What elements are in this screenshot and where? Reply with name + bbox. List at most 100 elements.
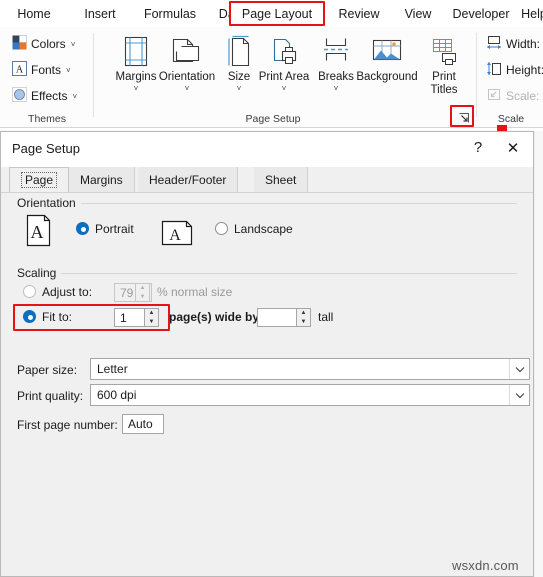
stepper-down-icon[interactable]: ▼ — [297, 318, 310, 327]
size-button[interactable]: Size ˅ — [215, 33, 263, 93]
paper-size-label: Paper size: — [17, 363, 77, 377]
adjust-to-stepper[interactable]: ▲ ▼ — [135, 283, 150, 302]
tab-page[interactable]: Page — [9, 167, 70, 193]
scaling-group-rule — [17, 273, 517, 274]
ribbon-tab-review[interactable]: Review — [330, 1, 388, 26]
tab-sheet-label: Sheet — [265, 173, 297, 187]
scale-percent-label: Scale: — [506, 89, 540, 103]
ribbon-tab-insert-label: Insert — [84, 6, 116, 21]
ribbon-tab-help-label: Help — [521, 6, 543, 21]
paper-size-select[interactable]: Letter — [90, 358, 530, 380]
print-area-icon — [258, 33, 310, 71]
print-titles-icon — [418, 33, 470, 71]
fit-to-radio[interactable] — [23, 310, 36, 323]
chevron-down-icon[interactable] — [509, 359, 529, 379]
chevron-down-icon[interactable]: ˅ — [312, 84, 360, 93]
theme-fonts-button[interactable]: A Fonts ˅ — [12, 61, 71, 79]
group-divider-themes — [93, 33, 94, 117]
landscape-label-text: Landscape — [234, 222, 293, 236]
ribbon-tab-home[interactable]: Home — [8, 1, 60, 26]
ribbon-tab-page-layout[interactable]: Page Layout — [229, 1, 325, 26]
dialog-tab-bar: Page Margins Header/Footer Sheet — [1, 167, 533, 193]
stepper-up-icon[interactable]: ▲ — [297, 309, 310, 318]
print-area-button[interactable]: Print Area ˅ — [258, 33, 310, 93]
print-titles-button[interactable]: Print Titles — [418, 33, 470, 96]
first-page-number-value: Auto — [128, 417, 153, 431]
background-label: Background — [356, 71, 418, 83]
theme-colors-button[interactable]: Colors ˅ — [12, 35, 75, 53]
watermark: wsxdn.com — [452, 558, 519, 573]
excel-page-setup-screen: Home Insert Formulas Data Page Layout Re… — [0, 0, 543, 577]
scale-percent-button: Scale: — [486, 87, 539, 105]
adjust-to-suffix: % normal size — [157, 285, 232, 299]
theme-colors-icon — [12, 35, 27, 53]
ribbon-tab-developer[interactable]: Developer — [443, 1, 519, 26]
first-page-number-input[interactable]: Auto — [122, 414, 164, 434]
fit-to-label-text: Fit to: — [42, 310, 73, 324]
ribbon-tab-formulas[interactable]: Formulas — [136, 1, 204, 26]
print-quality-select[interactable]: 600 dpi — [90, 384, 530, 406]
chevron-down-icon[interactable]: ˅ — [153, 84, 221, 93]
portrait-label-text: Portrait — [95, 222, 134, 236]
tab-page-label: Page — [21, 172, 58, 188]
portrait-label[interactable]: Portrait — [95, 222, 134, 236]
ribbon-tab-view-label: View — [404, 6, 432, 21]
print-area-label: Print Area — [258, 71, 310, 83]
theme-effects-button[interactable]: Effects ˅ — [12, 87, 77, 105]
stepper-up-icon[interactable]: ▲ — [136, 284, 149, 293]
adjust-to-radio[interactable] — [23, 285, 36, 298]
orientation-group-label: Orientation — [17, 196, 81, 210]
tab-header-footer[interactable]: Header/Footer — [138, 167, 239, 193]
landscape-radio[interactable] — [215, 222, 228, 235]
scale-width-button[interactable]: Width: — [486, 35, 540, 53]
tab-margins[interactable]: Margins — [69, 167, 135, 193]
help-icon[interactable]: ? — [469, 139, 487, 156]
landscape-page-icon: A — [161, 220, 194, 251]
tab-sheet[interactable]: Sheet — [254, 167, 309, 193]
page-setup-dialog: Page Setup ? ✕ Page Margins Header/Foote… — [0, 131, 534, 577]
ribbon-tab-formulas-label: Formulas — [143, 6, 197, 21]
fit-to-width-stepper[interactable]: ▲ ▼ — [144, 308, 159, 327]
chevron-down-icon[interactable]: ˅ — [72, 92, 77, 101]
stepper-down-icon[interactable]: ▼ — [145, 318, 158, 327]
ribbon-tab-help[interactable]: Help — [517, 1, 543, 26]
print-quality-label: Print quality: — [17, 389, 83, 403]
chevron-down-icon[interactable]: ˅ — [71, 40, 76, 49]
chevron-down-icon[interactable]: ˅ — [66, 66, 71, 75]
paper-size-label-text: Paper size: — [17, 363, 78, 377]
size-label: Size — [227, 71, 251, 83]
ribbon-tab-view[interactable]: View — [395, 1, 441, 26]
portrait-radio[interactable] — [76, 222, 89, 235]
fit-to-suffix-text: tall — [318, 310, 334, 324]
background-button[interactable]: Background — [352, 33, 422, 84]
stepper-down-icon[interactable]: ▼ — [136, 293, 149, 302]
adjust-to-label[interactable]: Adjust to: — [42, 285, 92, 299]
chevron-down-icon[interactable]: ˅ — [258, 84, 310, 93]
landscape-label[interactable]: Landscape — [234, 222, 293, 236]
adjust-to-label-text: Adjust to: — [42, 285, 93, 299]
scaling-group-label: Scaling — [17, 266, 62, 280]
theme-effects-label: Effects — [31, 89, 68, 103]
svg-text:A: A — [169, 227, 181, 244]
ribbon-tab-review-label: Review — [338, 6, 380, 21]
fit-to-label[interactable]: Fit to: — [42, 310, 72, 324]
close-icon[interactable]: ✕ — [503, 139, 523, 157]
chevron-down-icon[interactable]: ˅ — [215, 84, 263, 93]
fit-to-height-stepper[interactable]: ▲ ▼ — [296, 308, 311, 327]
orientation-button[interactable]: Orientation ˅ — [153, 33, 221, 93]
chevron-down-icon[interactable] — [509, 385, 529, 405]
scale-height-label: Height: — [506, 63, 543, 77]
scale-height-button[interactable]: Height: — [486, 61, 543, 79]
fit-to-middle-text: page(s) wide by — [169, 310, 260, 324]
dialog-launcher-highlight — [450, 105, 474, 127]
theme-fonts-icon: A — [12, 61, 27, 79]
dialog-page-panel: Orientation A Portrait A Landscape Scali… — [1, 193, 533, 576]
group-label-scale: Scale — [497, 113, 525, 125]
dialog-title-bar[interactable]: Page Setup ? ✕ — [1, 132, 533, 167]
adjust-to-value: 79 — [120, 285, 134, 300]
stepper-up-icon[interactable]: ▲ — [145, 309, 158, 318]
ribbon-tab-insert[interactable]: Insert — [75, 1, 125, 26]
portrait-page-icon: A — [26, 214, 52, 252]
first-page-number-label: First page number: — [17, 418, 118, 432]
theme-fonts-label: Fonts — [31, 63, 62, 77]
